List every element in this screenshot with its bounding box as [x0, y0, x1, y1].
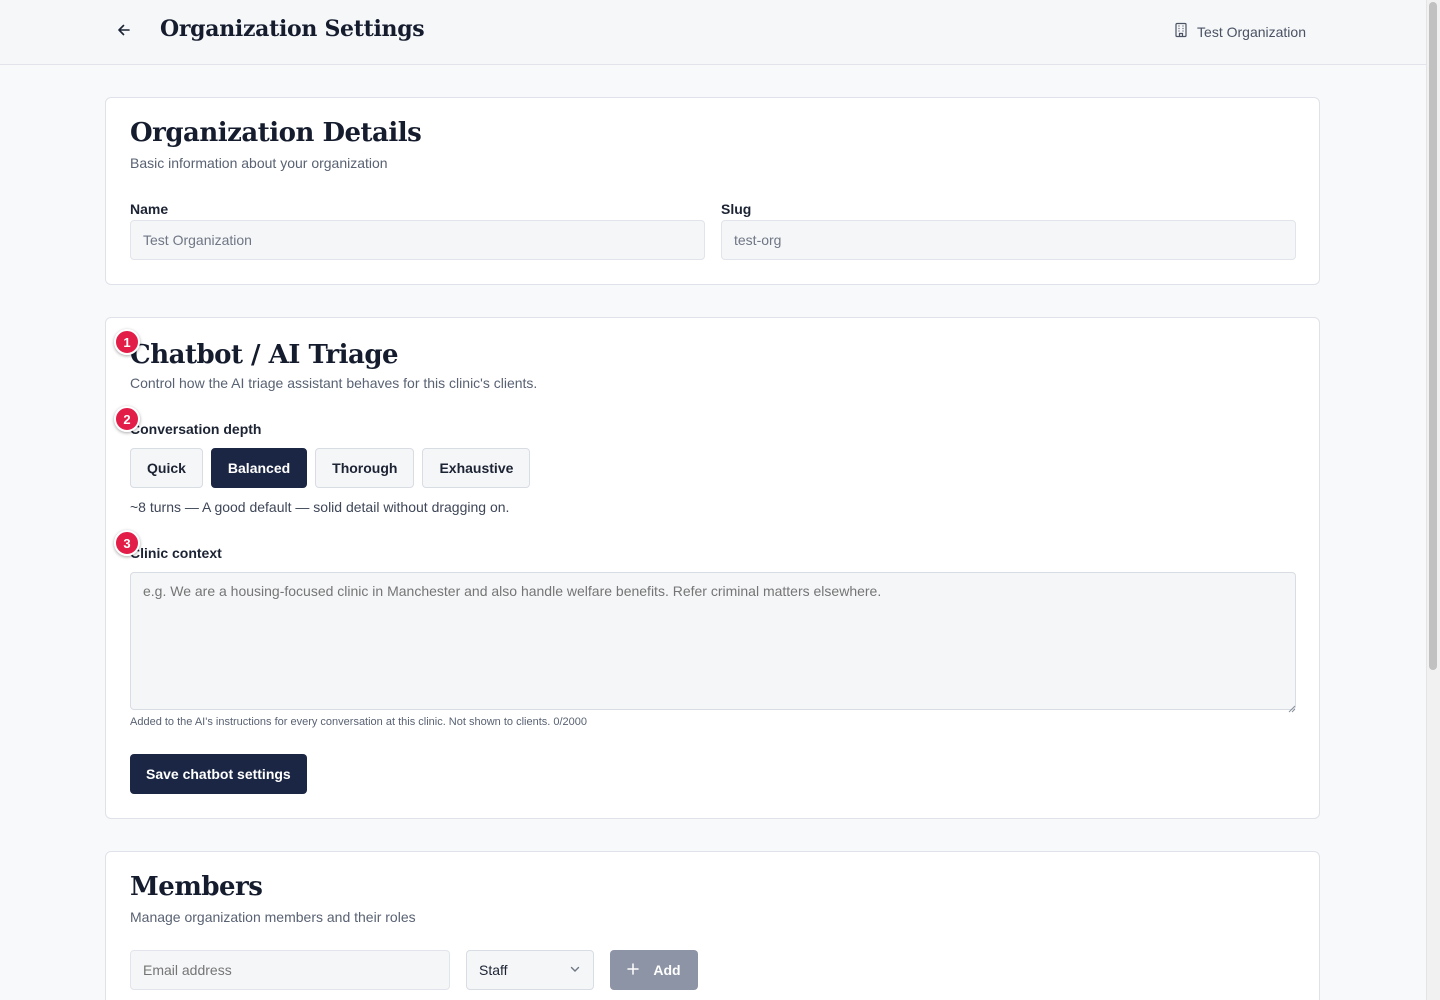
- arrow-left-icon: [116, 22, 132, 43]
- building-icon: [1173, 22, 1189, 41]
- top-bar: Organization Settings Test Organization: [0, 0, 1426, 65]
- scrollbar-thumb[interactable]: [1429, 2, 1437, 670]
- chatbot-settings-card: Chatbot / AI Triage Control how the AI t…: [105, 317, 1320, 819]
- depth-hint: ~8 turns — A good default — solid detail…: [130, 499, 510, 515]
- depth-option-quick[interactable]: Quick: [130, 448, 203, 488]
- role-select-value: Staff: [479, 962, 508, 978]
- back-button[interactable]: [112, 20, 136, 44]
- chatbot-title: Chatbot / AI Triage: [130, 340, 399, 370]
- members-card: Members Manage organization members and …: [105, 851, 1320, 1000]
- step-marker-2: 2: [114, 406, 140, 432]
- add-member-button[interactable]: Add: [610, 950, 698, 990]
- depth-option-thorough[interactable]: Thorough: [315, 448, 415, 488]
- page-title: Organization Settings: [160, 16, 425, 42]
- page-scrollbar[interactable]: [1426, 0, 1440, 1000]
- add-member-label: Add: [653, 962, 681, 978]
- members-title: Members: [130, 872, 263, 902]
- organization-details-title: Organization Details: [130, 118, 422, 148]
- name-input[interactable]: [130, 220, 705, 260]
- slug-label: Slug: [721, 201, 752, 217]
- conversation-depth-group: Quick Balanced Thorough Exhaustive: [130, 448, 531, 488]
- clinic-context-label: Clinic context: [130, 545, 222, 561]
- organization-details-subtitle: Basic information about your organizatio…: [130, 155, 388, 171]
- organization-details-card: Organization Details Basic information a…: [105, 97, 1320, 285]
- role-select[interactable]: Staff: [466, 950, 594, 990]
- depth-option-exhaustive[interactable]: Exhaustive: [422, 448, 531, 488]
- org-badge: Test Organization: [1173, 22, 1306, 41]
- slug-input[interactable]: [721, 220, 1296, 260]
- email-address-input[interactable]: [130, 950, 450, 990]
- settings-page: Organization Settings Test Organization …: [0, 0, 1440, 1000]
- name-label: Name: [130, 201, 169, 217]
- step-marker-3: 3: [114, 530, 140, 556]
- chevron-down-icon: [569, 962, 581, 978]
- conversation-depth-label: Conversation depth: [130, 421, 262, 437]
- chatbot-subtitle: Control how the AI triage assistant beha…: [130, 375, 538, 391]
- save-chatbot-settings-button[interactable]: Save chatbot settings: [130, 754, 307, 794]
- step-marker-1: 1: [114, 329, 140, 355]
- clinic-context-hint: Added to the AI's instructions for every…: [130, 716, 588, 728]
- members-subtitle: Manage organization members and their ro…: [130, 909, 416, 925]
- depth-option-balanced[interactable]: Balanced: [210, 448, 308, 488]
- clinic-context-textarea[interactable]: [130, 572, 1296, 710]
- plus-icon: [627, 962, 640, 978]
- org-name: Test Organization: [1197, 23, 1306, 40]
- resize-grip-icon[interactable]: [1286, 700, 1296, 713]
